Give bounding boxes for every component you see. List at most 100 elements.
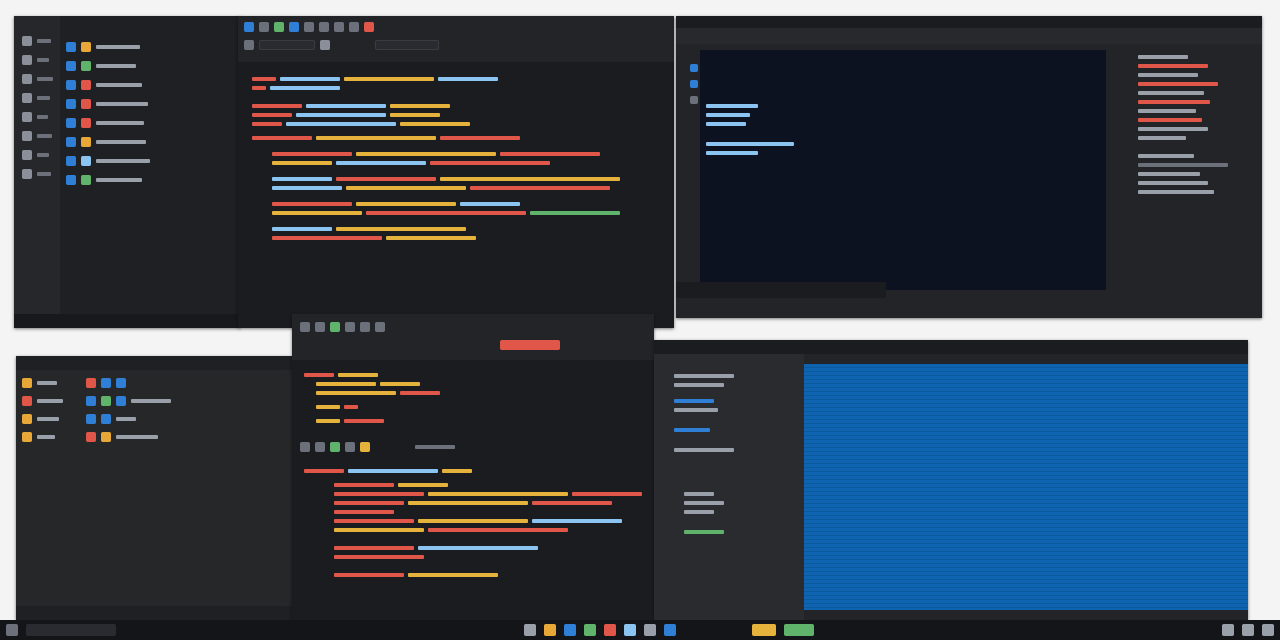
inspector-panel [1138, 50, 1256, 310]
folder-icon [66, 137, 76, 147]
file-manager-window-bottom[interactable] [16, 356, 292, 620]
file-icon [86, 378, 96, 388]
search-icon[interactable] [349, 22, 359, 32]
terminal-icon[interactable] [564, 624, 576, 636]
code-editor-window-bottom[interactable] [292, 314, 654, 620]
list-item[interactable] [22, 414, 286, 424]
list-item[interactable] [66, 61, 234, 71]
app-titlebar [654, 340, 1248, 354]
folder-icon [22, 396, 32, 406]
tab-icon[interactable] [244, 40, 254, 50]
folder-icon[interactable] [544, 624, 556, 636]
folder-icon [66, 61, 76, 71]
sidebar-item[interactable] [22, 93, 60, 103]
sidebar-item[interactable] [22, 112, 60, 122]
folder-icon [81, 42, 91, 52]
settings-icon[interactable] [375, 322, 385, 332]
undo-icon[interactable] [319, 22, 329, 32]
list-item[interactable] [66, 118, 234, 128]
volume-icon[interactable] [1242, 624, 1254, 636]
mail-icon[interactable] [604, 624, 616, 636]
terminal-icon[interactable] [345, 442, 355, 452]
chat-icon[interactable] [784, 624, 814, 636]
debug-icon[interactable] [304, 22, 314, 32]
start-icon[interactable] [6, 624, 18, 636]
settings-icon[interactable] [364, 22, 374, 32]
sidebar-item[interactable] [22, 36, 60, 46]
file-icon [101, 414, 111, 424]
folder-icon[interactable] [690, 80, 698, 88]
app-window-bottom-right[interactable] [654, 340, 1248, 620]
folder-icon [66, 118, 76, 128]
tab-file[interactable] [500, 340, 560, 350]
code-area[interactable] [238, 62, 674, 255]
store-icon[interactable] [664, 624, 676, 636]
sidebar-item[interactable] [22, 74, 60, 84]
file-manager-window-top[interactable] [14, 16, 240, 328]
list-item[interactable] [66, 137, 234, 147]
folder-icon [81, 137, 91, 147]
ide-titlebar [676, 16, 1262, 28]
split-icon[interactable] [300, 442, 310, 452]
sidebar-item[interactable] [22, 169, 60, 179]
file-icon [101, 432, 111, 442]
blue-canvas[interactable] [804, 364, 1248, 610]
ide-toolbar [676, 28, 1262, 44]
debug-icon[interactable] [345, 322, 355, 332]
ide-window-top[interactable] [676, 16, 1262, 318]
photo-icon[interactable] [624, 624, 636, 636]
pictures-icon [22, 131, 32, 141]
run-icon[interactable] [330, 322, 340, 332]
git-icon[interactable] [330, 442, 340, 452]
save-icon[interactable] [315, 322, 325, 332]
list-item[interactable] [66, 175, 234, 185]
file-icon [81, 61, 91, 71]
folder-icon[interactable] [690, 96, 698, 104]
sidebar-item[interactable] [22, 55, 60, 65]
list-item[interactable] [22, 378, 286, 388]
sidebar-item[interactable] [22, 131, 60, 141]
file-list [66, 36, 234, 194]
format-icon[interactable] [315, 442, 325, 452]
code-area[interactable] [292, 360, 654, 436]
drive-icon [22, 169, 32, 179]
list-item[interactable] [66, 99, 234, 109]
list-item[interactable] [22, 396, 286, 406]
tab-file[interactable] [375, 40, 439, 50]
search-box[interactable] [26, 624, 116, 636]
list-item[interactable] [66, 42, 234, 52]
desktop-icon [22, 55, 32, 65]
list-item[interactable] [22, 432, 286, 442]
list-item[interactable] [66, 80, 234, 90]
battery-icon[interactable] [1262, 624, 1274, 636]
redo-icon[interactable] [334, 22, 344, 32]
documents-icon [22, 74, 32, 84]
file-icon[interactable] [244, 22, 254, 32]
file-icon[interactable] [300, 322, 310, 332]
file-icon [81, 118, 91, 128]
folder-icon[interactable] [690, 64, 698, 72]
list-item[interactable] [66, 156, 234, 166]
folder-icon [66, 42, 76, 52]
sidebar-item[interactable] [22, 150, 60, 160]
tab-file[interactable] [259, 40, 315, 50]
terminal-pane[interactable] [700, 50, 1106, 290]
code-area[interactable] [292, 458, 654, 588]
search-icon[interactable] [360, 322, 370, 332]
folder-icon [66, 99, 76, 109]
build-icon[interactable] [274, 22, 284, 32]
browser-icon[interactable] [524, 624, 536, 636]
run-icon[interactable] [289, 22, 299, 32]
close-icon[interactable] [320, 40, 330, 50]
file-icon [81, 80, 91, 90]
code-editor-window-top[interactable] [238, 16, 674, 328]
music-icon[interactable] [752, 624, 776, 636]
code-icon[interactable] [584, 624, 596, 636]
folder-icon [66, 175, 76, 185]
wifi-icon[interactable] [1222, 624, 1234, 636]
settings-icon[interactable] [644, 624, 656, 636]
save-icon[interactable] [259, 22, 269, 32]
app-sidebar [654, 354, 804, 620]
clock-icon[interactable] [360, 442, 370, 452]
folder-icon [22, 414, 32, 424]
